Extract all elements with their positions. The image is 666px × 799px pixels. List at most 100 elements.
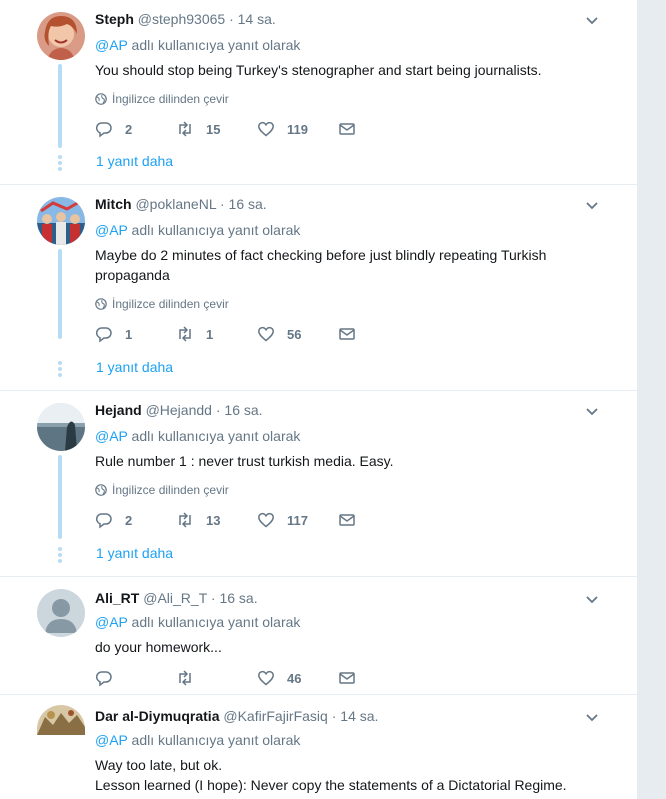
- tweet[interactable]: Mitch @poklaneNL · 16 sa. @AP adlı kulla…: [0, 185, 637, 391]
- tweet-header: Steph @steph93065 · 14 sa.: [95, 10, 597, 28]
- tweet-text: Way too late, but ok. Lesson learned (I …: [95, 757, 567, 793]
- direct-message-button[interactable]: [338, 511, 419, 529]
- reply-icon: [95, 327, 112, 343]
- author-name[interactable]: Mitch: [95, 196, 132, 212]
- avatar[interactable]: [37, 589, 85, 637]
- like-count: 56: [287, 326, 302, 342]
- author-handle[interactable]: @Ali_R_T: [143, 590, 207, 606]
- reply-context-label: adlı kullanıcıya yanıt olarak: [127, 37, 301, 53]
- globe-icon: [95, 484, 107, 496]
- chevron-down-icon[interactable]: [584, 12, 600, 28]
- show-more-replies-link[interactable]: 1 yanıt daha: [96, 153, 173, 169]
- timestamp[interactable]: 16 sa.: [219, 590, 257, 606]
- translate-link[interactable]: İngilizce dilinden çevir: [95, 92, 597, 106]
- direct-message-button[interactable]: [338, 325, 419, 343]
- retweet-count: 1: [206, 326, 214, 342]
- reply-button[interactable]: 2: [95, 120, 176, 138]
- retweet-button[interactable]: 15: [176, 120, 257, 138]
- reply-count: 1: [125, 326, 133, 342]
- timestamp[interactable]: 14 sa.: [340, 708, 378, 724]
- chevron-down-icon[interactable]: [584, 709, 600, 725]
- like-button[interactable]: 119: [257, 120, 338, 138]
- dot-separator: ·: [229, 11, 234, 27]
- globe-icon: [95, 93, 107, 105]
- thread-dots: [58, 361, 62, 379]
- translate-link[interactable]: İngilizce dilinden çevir: [95, 483, 597, 497]
- retweet-icon: [179, 512, 191, 528]
- reply-context-label: adlı kullanıcıya yanıt olarak: [127, 222, 301, 238]
- tweet[interactable]: Steph @steph93065 · 14 sa. @AP adlı kull…: [0, 0, 637, 185]
- author-name[interactable]: Hejand: [95, 402, 142, 418]
- reply-context-label: adlı kullanıcıya yanıt olarak: [127, 732, 301, 748]
- tweet-text: You should stop being Turkey's stenograp…: [95, 62, 542, 78]
- reply-button[interactable]: 1: [95, 325, 176, 343]
- dot-separator: ·: [215, 402, 221, 418]
- avatar[interactable]: [37, 705, 85, 735]
- like-button[interactable]: 56: [257, 325, 338, 343]
- envelope-icon: [339, 514, 355, 526]
- envelope-icon: [339, 123, 355, 135]
- translate-link[interactable]: İngilizce dilinden çevir: [95, 297, 597, 311]
- chevron-down-icon[interactable]: [584, 403, 600, 419]
- reply-context: @AP adlı kullanıcıya yanıt olarak: [95, 221, 597, 239]
- direct-message-button[interactable]: [338, 120, 419, 138]
- retweet-count: 15: [206, 121, 221, 137]
- translate-label: İngilizce dilinden çevir: [112, 483, 229, 497]
- chevron-down-icon[interactable]: [584, 197, 600, 213]
- author-handle[interactable]: @steph93065: [138, 11, 225, 27]
- heart-icon: [258, 326, 274, 342]
- reply-icon: [95, 671, 112, 687]
- thread-dots: [58, 155, 62, 173]
- reply-mention[interactable]: @AP: [95, 222, 128, 238]
- reply-context-label: adlı kullanıcıya yanıt olarak: [127, 428, 301, 444]
- chevron-down-icon[interactable]: [584, 591, 600, 607]
- direct-message-button[interactable]: [338, 669, 419, 687]
- envelope-icon: [339, 328, 355, 340]
- avatar[interactable]: [37, 403, 85, 451]
- thread-line: [58, 249, 62, 339]
- tweet[interactable]: Hejand @Hejandd · 16 sa. @AP adlı kullan…: [0, 391, 637, 577]
- show-more-replies-link[interactable]: 1 yanıt daha: [96, 359, 173, 375]
- show-more-replies-link[interactable]: 1 yanıt daha: [96, 545, 173, 561]
- reply-context-label: adlı kullanıcıya yanıt olarak: [127, 614, 301, 630]
- tweet-text: do your homework...: [95, 639, 222, 655]
- tweet-header: Dar al-Diymuqratia @KafirFajirFasiq · 14…: [95, 707, 597, 725]
- reply-count: 2: [125, 512, 133, 528]
- retweet-icon: [179, 326, 191, 342]
- retweet-button[interactable]: 1: [176, 325, 257, 343]
- tweet[interactable]: Ali_RT @Ali_R_T · 16 sa. @AP adlı kullan…: [0, 577, 637, 695]
- tweet-header: Hejand @Hejandd · 16 sa.: [95, 401, 597, 419]
- author-handle[interactable]: @poklaneNL: [135, 196, 216, 212]
- dot-separator: ·: [210, 590, 216, 606]
- reply-button[interactable]: 2: [95, 511, 176, 529]
- tweet[interactable]: Dar al-Diymuqratia @KafirFajirFasiq · 14…: [0, 695, 637, 799]
- globe-icon: [95, 298, 107, 310]
- thread-dots: [58, 547, 62, 565]
- author-name[interactable]: Ali_RT: [95, 590, 139, 606]
- like-button[interactable]: 117: [257, 511, 338, 529]
- reply-mention[interactable]: @AP: [95, 428, 128, 444]
- author-name[interactable]: Steph: [95, 11, 134, 27]
- dot-separator: ·: [219, 196, 225, 212]
- heart-icon: [258, 121, 274, 137]
- reply-button[interactable]: [95, 669, 176, 687]
- author-name[interactable]: Dar al-Diymuqratia: [95, 708, 219, 724]
- avatar[interactable]: [37, 197, 85, 245]
- retweet-count: 13: [206, 512, 221, 528]
- timestamp[interactable]: 16 sa.: [224, 402, 262, 418]
- reply-mention[interactable]: @AP: [95, 732, 128, 748]
- reply-icon: [95, 122, 112, 138]
- translate-label: İngilizce dilinden çevir: [112, 297, 229, 311]
- dot-separator: ·: [331, 708, 337, 724]
- reply-mention[interactable]: @AP: [95, 37, 128, 53]
- retweet-button[interactable]: [176, 669, 257, 687]
- like-button[interactable]: 46: [257, 669, 338, 687]
- retweet-button[interactable]: 13: [176, 511, 257, 529]
- avatar[interactable]: [37, 12, 85, 60]
- author-handle[interactable]: @Hejandd: [146, 402, 212, 418]
- author-handle[interactable]: @KafirFajirFasiq: [223, 708, 327, 724]
- timestamp[interactable]: 16 sa.: [229, 196, 267, 212]
- reply-icon: [95, 513, 112, 529]
- reply-mention[interactable]: @AP: [95, 614, 128, 630]
- timestamp[interactable]: 14 sa.: [238, 11, 276, 27]
